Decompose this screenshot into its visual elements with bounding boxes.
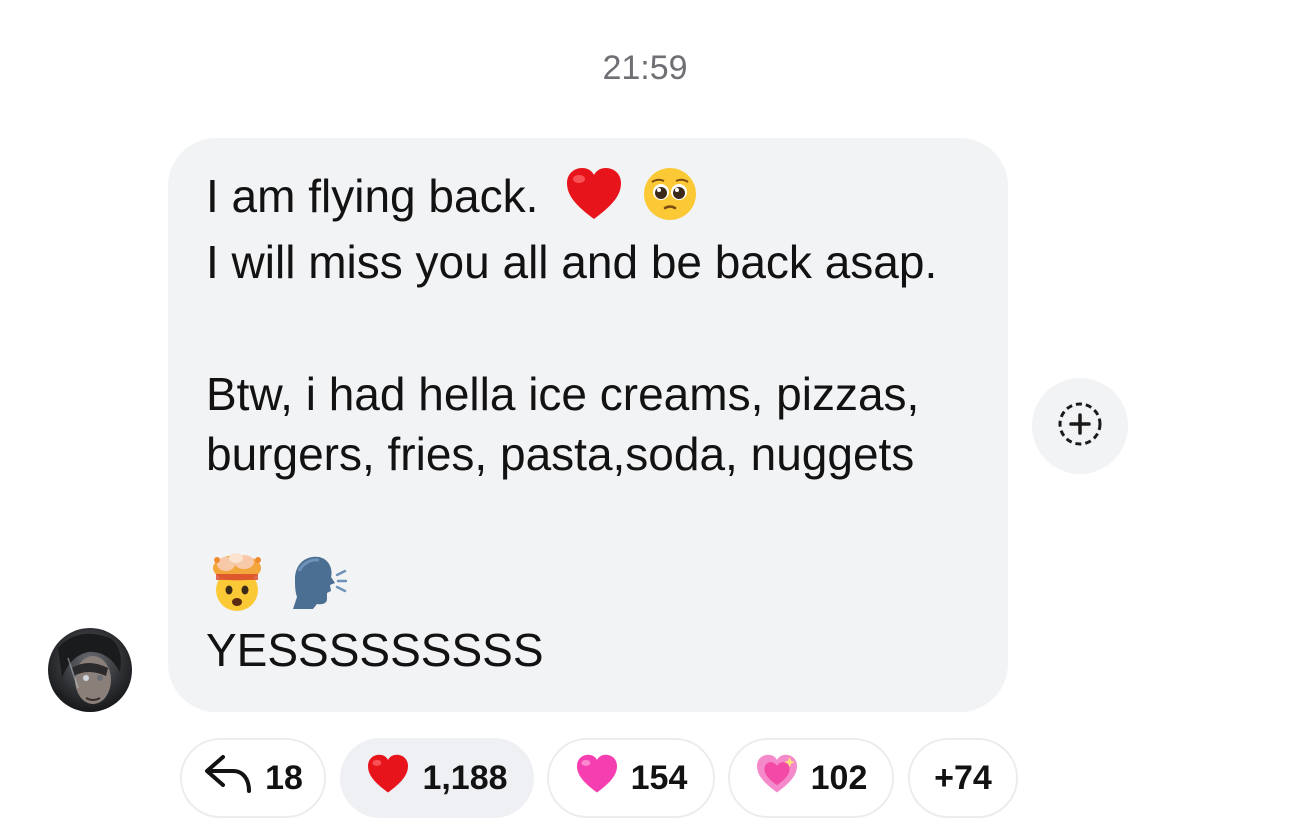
reaction-red-heart[interactable]: 1,188 xyxy=(340,738,534,818)
reply-count-button[interactable]: 18 xyxy=(180,738,326,818)
speaking-head-icon xyxy=(289,553,348,621)
add-reaction-icon xyxy=(1056,400,1104,453)
more-reactions-count: +74 xyxy=(934,758,992,797)
reaction-pink-heart[interactable]: 154 xyxy=(547,738,715,818)
message-line-5: YESSSSSSSSS xyxy=(206,624,544,676)
message-line-2: I will miss you all and be back asap. xyxy=(206,236,938,288)
pink-heart-icon xyxy=(575,754,619,803)
message-timestamp: 21:59 xyxy=(602,49,688,87)
reaction-sparkling-heart[interactable]: 102 xyxy=(728,738,894,818)
message-line-1: I am flying back. xyxy=(206,166,698,234)
red-heart-icon xyxy=(366,754,410,803)
reply-count: 18 xyxy=(265,758,303,797)
chat-view: 21:59 I am flying back. I will miss you … xyxy=(0,0,1290,825)
reaction-count: 102 xyxy=(810,758,868,797)
reaction-count: 1,188 xyxy=(422,758,508,797)
message-emoji-line xyxy=(206,550,348,624)
add-reaction-button[interactable] xyxy=(1032,378,1128,474)
message-line-4: burgers, fries, pasta,soda, nuggets xyxy=(206,428,915,480)
exploding-head-icon xyxy=(206,550,268,624)
sparkling-heart-icon xyxy=(755,754,799,803)
reply-arrow-icon xyxy=(203,753,253,804)
pleading-face-icon xyxy=(642,166,698,234)
message-line-3: Btw, i had hella ice creams, pizzas, xyxy=(206,368,920,420)
message-bubble[interactable]: I am flying back. I will miss you all an… xyxy=(168,138,1008,712)
sender-avatar[interactable] xyxy=(48,628,132,712)
more-reactions-button[interactable]: +74 xyxy=(908,738,1018,818)
message-text-1: I am flying back. xyxy=(206,170,539,223)
red-heart-icon xyxy=(565,167,623,233)
reaction-count: 154 xyxy=(630,758,688,797)
